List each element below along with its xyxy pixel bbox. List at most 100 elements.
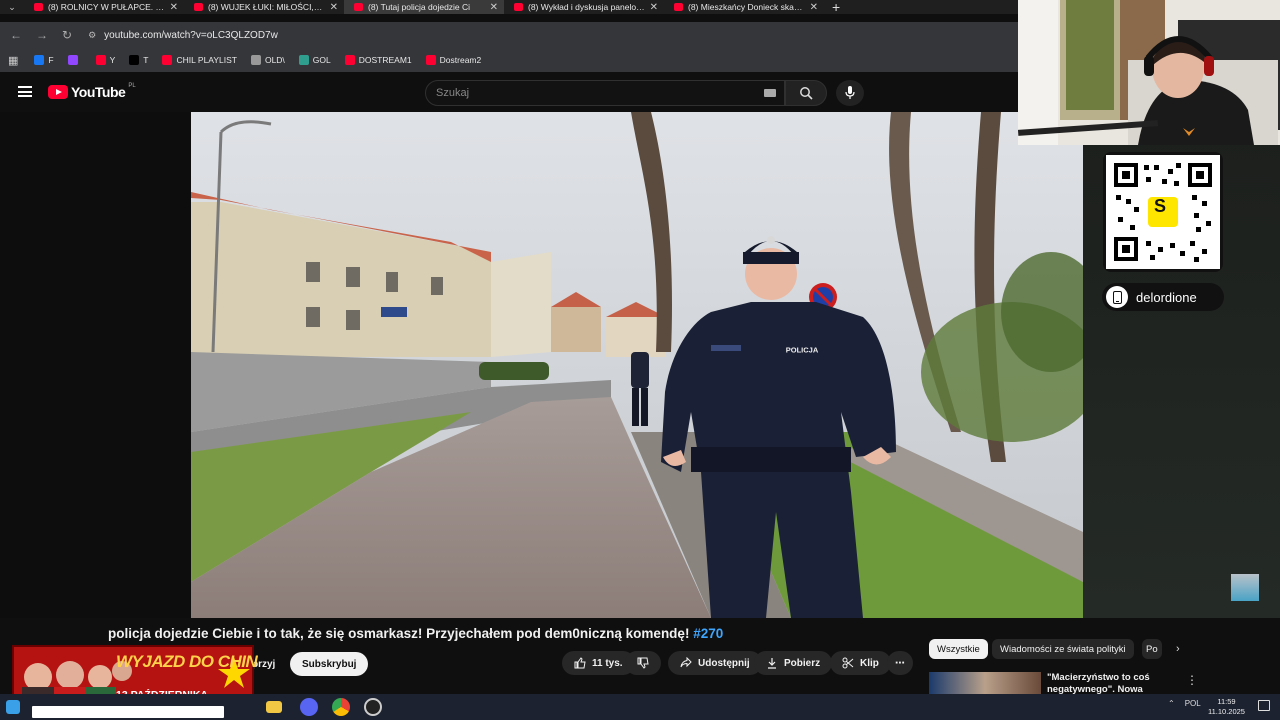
bookmark-item[interactable]: F (34, 55, 54, 65)
streamer-webcam (1018, 0, 1280, 145)
recommended-video-thumbnail[interactable] (929, 672, 1041, 694)
bookmark-label: Y (109, 55, 116, 65)
youtube-favicon-icon (514, 3, 523, 11)
browser-tab[interactable]: (8) Tutaj policja dojedzie Ci ✕ (344, 0, 504, 14)
bookmark-icon (34, 55, 45, 65)
apps-grid-icon[interactable]: ▦ (8, 54, 18, 67)
bookmark-label: GOL (312, 55, 331, 65)
clock-date: 11.10.2025 (1208, 707, 1245, 716)
dislike-button[interactable] (625, 651, 661, 675)
left-dark-panel (0, 112, 191, 618)
share-button[interactable]: Udostępnij (668, 651, 762, 675)
bookmark-item[interactable]: DOSTREAM1 (344, 55, 412, 65)
clock-time: 11:59 (1217, 697, 1236, 706)
youtube-logo[interactable]: YouTube PL (48, 83, 136, 100)
notification-icon[interactable] (1258, 700, 1270, 711)
recommended-more-icon[interactable]: ⋮ (1186, 673, 1198, 687)
bookmark-icon (250, 55, 261, 65)
video-hashtag[interactable]: #270 (693, 626, 723, 641)
bookmark-icon (162, 55, 173, 65)
bookmark-item[interactable]: T (129, 55, 148, 65)
windows-start-icon[interactable] (6, 700, 20, 714)
bookmark-label: CHIL PLAYLIST (176, 55, 237, 65)
chip-politics-news[interactable]: Wiadomości ze świata polityki (992, 639, 1134, 659)
discord-icon[interactable] (300, 698, 318, 716)
share-label: Udostępnij (698, 657, 750, 669)
url-text: youtube.com/watch?v=oLC3QLZOD7w (104, 29, 278, 41)
like-button[interactable]: 11 tys. (562, 651, 635, 675)
system-tray: ⌃ POL (1168, 699, 1201, 708)
qr-center-letter: S (1154, 196, 1167, 216)
tray-chevron-icon[interactable]: ⌃ (1168, 699, 1175, 708)
youtube-wordmark: YouTube (71, 84, 126, 100)
bookmark-icon (67, 55, 78, 65)
region-code: PL (128, 83, 136, 89)
search-button[interactable] (785, 80, 827, 106)
more-icon: ⋯ (895, 657, 905, 669)
chevron-right-icon[interactable]: › (1176, 643, 1180, 655)
chip-all-label: Wszystkie (937, 643, 980, 655)
video-title-text: policja dojedzie Ciebie i to tak, że się… (108, 626, 690, 641)
youtube-play-icon (48, 85, 68, 99)
close-tab-icon[interactable]: ✕ (170, 2, 178, 13)
site-info-icon[interactable]: ⚙ (88, 30, 96, 41)
keyboard-icon[interactable] (764, 89, 776, 97)
bookmark-item[interactable]: Dostream2 (425, 55, 482, 65)
bookmark-icon (298, 55, 309, 65)
browser-tab[interactable]: (8) Mieszkańcy Donieck skarża ✕ (664, 0, 824, 14)
bookmark-item[interactable]: CHIL PLAYLIST (162, 55, 237, 65)
browser-tab[interactable]: (8) WUJEK ŁUKI: MIŁOŚCI, RELA ✕ (184, 0, 344, 14)
close-tab-icon[interactable]: ✕ (330, 2, 338, 13)
youtube-favicon-icon (354, 3, 363, 11)
close-tab-icon[interactable]: ✕ (650, 2, 658, 13)
bookmark-item[interactable]: Y (95, 55, 116, 65)
bookmark-label: F (48, 55, 54, 65)
tab-search-icon[interactable]: ⌄ (0, 0, 24, 14)
download-button[interactable]: Pobierz (754, 651, 833, 675)
chrome-icon[interactable] (332, 698, 350, 716)
share-icon (680, 657, 692, 668)
scissors-icon (842, 657, 854, 669)
bookmark-item[interactable] (67, 55, 82, 65)
file-explorer-icon[interactable] (266, 701, 282, 713)
forward-icon[interactable]: → (36, 28, 48, 42)
video-player[interactable]: POLICJA (191, 112, 1083, 618)
like-count: 11 tys. (592, 657, 623, 669)
reload-icon[interactable]: ↻ (62, 28, 72, 42)
bookmark-label: DOSTREAM1 (358, 55, 412, 65)
bookmark-item[interactable]: OLD\ (250, 55, 285, 65)
url-field[interactable]: ⚙ youtube.com/watch?v=oLC3QLZOD7w (88, 30, 278, 41)
tab-title: (8) Wykład i dyskusja panelowa (528, 2, 645, 12)
clip-button[interactable]: Klip (830, 651, 891, 675)
close-tab-icon[interactable]: ✕ (490, 2, 498, 13)
close-tab-icon[interactable]: ✕ (810, 2, 818, 13)
bookmark-icon (95, 55, 106, 65)
voice-search-button[interactable] (836, 80, 864, 106)
chip-partial[interactable]: Po (1142, 639, 1162, 659)
more-actions-button[interactable]: ⋯ (887, 651, 913, 675)
tab-title: (8) WUJEK ŁUKI: MIŁOŚCI, RELA (208, 2, 325, 12)
browser-tab-strip: ⌄ (8) ROLNICY W PUŁAPCE. NIKT ✕ (8) WUJEK … (0, 0, 1018, 15)
new-tab-button[interactable]: + (824, 0, 840, 15)
chip-politics-label: Wiadomości ze świata polityki (1000, 643, 1126, 655)
obs-icon[interactable] (364, 698, 382, 716)
chip-all[interactable]: Wszystkie (929, 639, 988, 659)
browser-tab[interactable]: (8) ROLNICY W PUŁAPCE. NIKT ✕ (24, 0, 184, 14)
os-taskbar (0, 694, 1280, 720)
taskbar-search-box[interactable] (32, 706, 224, 718)
bookmark-item[interactable]: GOL (298, 55, 331, 65)
microphone-icon (845, 86, 855, 99)
bookmark-label: Dostream2 (439, 55, 482, 65)
address-bar-row: ← → ↻ ⚙ youtube.com/watch?v=oLC3QLZOD7w (0, 22, 1018, 48)
language-indicator[interactable]: POL (1185, 699, 1201, 708)
back-icon[interactable]: ← (10, 28, 22, 42)
search-input[interactable]: Szukaj (425, 80, 785, 106)
menu-icon[interactable] (18, 86, 32, 97)
browser-tab[interactable]: (8) Wykład i dyskusja panelowa ✕ (504, 0, 664, 14)
subscribe-button[interactable]: Subskrybuj (290, 652, 369, 676)
streamer-name: delordione (1136, 289, 1197, 305)
bookmarks-bar: ▦ F Y T CHIL PLAYLIST OLD\ GOL DOSTREAM1 Dostre… (0, 48, 1018, 72)
video-frame-scene: POLICJA (191, 112, 1083, 618)
video-title: policja dojedzie Ciebie i to tak, że się… (108, 626, 723, 641)
taskbar-clock[interactable]: 11:59 11.10.2025 (1208, 697, 1245, 717)
